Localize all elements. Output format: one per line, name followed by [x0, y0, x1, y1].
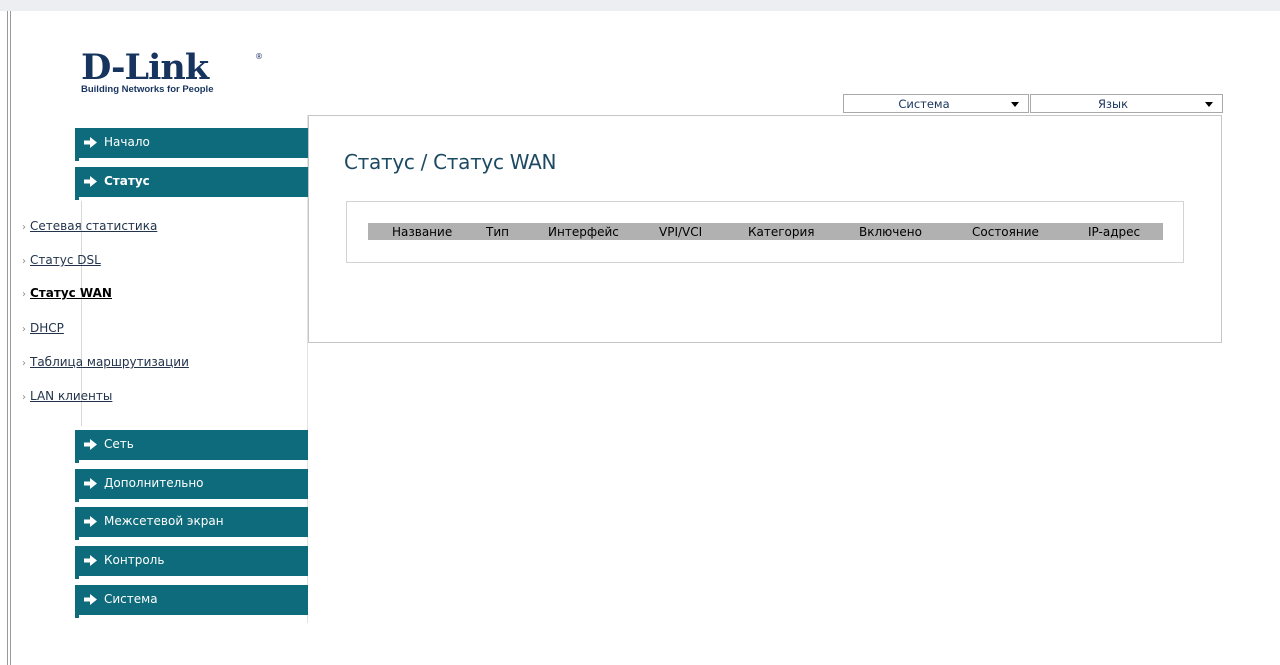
top-strip	[0, 0, 1280, 11]
column-header-type: Тип	[486, 225, 509, 239]
arrow-right-icon	[84, 439, 97, 450]
window-edge	[7, 11, 11, 665]
submenu-link-lan-clients[interactable]: › LAN клиенты	[22, 389, 112, 403]
arrow-right-icon	[84, 478, 97, 489]
arrow-right-icon	[84, 555, 97, 566]
system-dropdown[interactable]: Система	[843, 94, 1029, 113]
sidebar-item-firewall[interactable]: Межсетевой экран	[75, 507, 308, 540]
arrow-right-icon	[84, 516, 97, 527]
chevron-right-icon: ›	[22, 289, 26, 300]
submenu-link-routing-table[interactable]: › Таблица маршрутизации	[22, 355, 189, 369]
column-header-name: Название	[392, 225, 453, 239]
header-dropdowns: Система Язык	[843, 94, 1223, 113]
arrow-right-icon	[84, 594, 97, 605]
sidebar-item-start[interactable]: Начало	[75, 128, 308, 161]
chevron-down-icon	[1205, 102, 1213, 107]
sidebar-item-control[interactable]: Контроль	[75, 546, 308, 579]
sidebar-item-label: Статус	[104, 174, 150, 188]
status-submenu	[81, 201, 308, 426]
system-dropdown-label: Система	[898, 97, 950, 111]
sidebar-item-advanced[interactable]: Дополнительно	[75, 469, 308, 502]
sidebar-item-network[interactable]: Сеть	[75, 430, 308, 463]
sidebar-item-label: Система	[104, 592, 158, 606]
sidebar-item-label: Дополнительно	[104, 476, 204, 490]
language-dropdown[interactable]: Язык	[1029, 94, 1223, 113]
chevron-right-icon: ›	[22, 392, 26, 403]
chevron-right-icon: ›	[22, 324, 26, 335]
column-header-state: Состояние	[972, 225, 1039, 239]
chevron-right-icon: ›	[22, 222, 26, 233]
language-dropdown-label: Язык	[1097, 97, 1129, 111]
sidebar-item-status[interactable]: Статус	[75, 167, 308, 200]
arrow-right-icon	[84, 176, 97, 187]
dlink-logo: D-Link ® Building Networks for People	[81, 47, 263, 96]
logo-registered-mark: ®	[255, 52, 263, 61]
chevron-down-icon	[1010, 102, 1019, 107]
logo-wordmark: D-Link	[81, 47, 209, 88]
column-header-ip-address: IP-адрес	[1088, 225, 1141, 239]
arrow-right-icon	[84, 137, 97, 148]
sidebar-item-system[interactable]: Система	[75, 585, 308, 618]
sidebar-item-label: Сеть	[104, 437, 134, 451]
sidebar-item-label: Начало	[104, 135, 150, 149]
sidebar-item-label: Контроль	[104, 553, 165, 567]
sidebar-item-label: Межсетевой экран	[104, 514, 224, 528]
column-header-vpi-vci: VPI/VCI	[659, 225, 703, 239]
chevron-right-icon: ›	[22, 358, 26, 369]
column-header-enabled: Включено	[859, 225, 922, 239]
submenu-link-wan-status[interactable]: › Статус WAN	[22, 286, 112, 300]
chevron-right-icon: ›	[22, 256, 26, 267]
column-header-category: Категория	[748, 225, 815, 239]
submenu-link-dhcp[interactable]: › DHCP	[22, 321, 64, 335]
submenu-link-dsl-status[interactable]: › Статус DSL	[22, 253, 101, 267]
column-header-interface: Интерфейс	[548, 225, 619, 239]
submenu-link-network-statistics[interactable]: › Сетевая статистика	[22, 219, 157, 233]
wan-table-header: Название Тип Интерфейс VPI/VCI Категория…	[368, 223, 1163, 240]
page-title: Статус / Статус WAN	[344, 150, 557, 174]
